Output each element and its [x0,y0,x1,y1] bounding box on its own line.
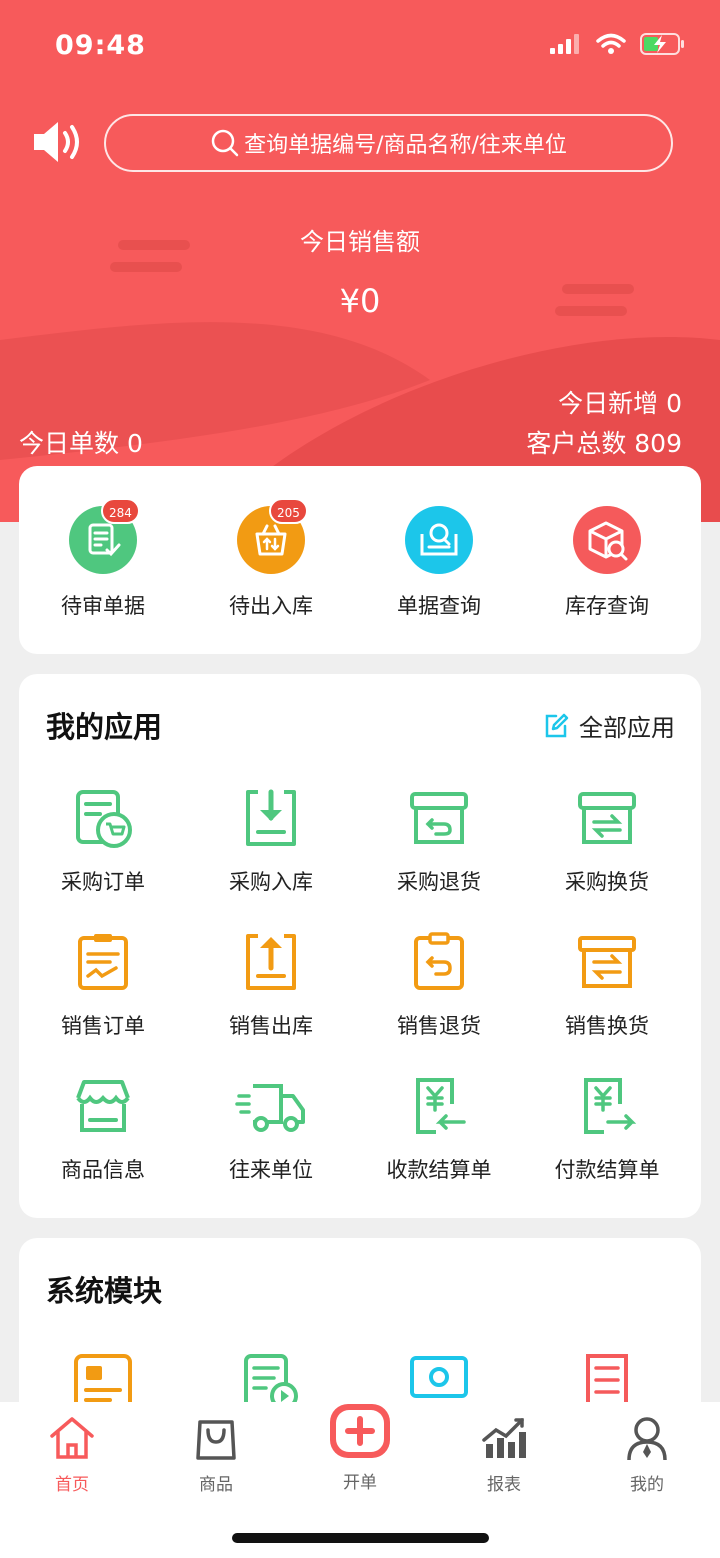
tab-products[interactable]: 商品 [166,1414,266,1495]
sales-amount: ¥0 [339,282,381,320]
inventory-search-icon [573,506,641,574]
app-label: 采购订单 [61,870,145,894]
quick-label: 单据查询 [397,594,481,618]
tab-create-order[interactable]: 开单 [310,1402,410,1493]
status-icons [550,32,686,56]
app-purchase-exchange[interactable]: 采购换货 [523,786,691,896]
pending-review-icon: 284 [69,498,140,574]
quick-document-search[interactable]: 单据查询 [355,506,523,620]
home-icon [50,1417,94,1459]
quick-label: 库存查询 [565,594,649,618]
tab-label: 首页 [55,1475,89,1495]
signal-icon [550,34,579,54]
app-sales-exchange[interactable]: 销售换货 [523,930,691,1040]
app-label: 采购退货 [397,870,481,894]
sales-exchange-icon [578,936,636,988]
purchase-order-icon [76,790,132,848]
add-order-icon [330,1404,390,1458]
sales-title: 今日销售额 [300,228,420,256]
tab-label: 开单 [343,1473,377,1493]
pending-review-badge: 284 [101,498,140,524]
app-sales-return[interactable]: 销售退货 [355,930,523,1040]
new-today: 今日新增 0 [558,389,682,418]
orders-today: 今日单数 0 [19,429,143,458]
purchase-inbound-icon [246,789,296,846]
system-modules-title: 系统模块 [46,1274,163,1308]
search-icon [211,129,239,157]
tab-me[interactable]: 我的 [597,1414,697,1495]
product-info-icon [76,1080,130,1132]
app-purchase-return[interactable]: 采购退货 [355,786,523,896]
my-apps-title: 我的应用 [46,710,163,744]
app-label: 采购换货 [565,870,649,894]
tab-label: 报表 [487,1475,521,1495]
status-time: 09:48 [55,30,146,61]
app-label: 商品信息 [61,1158,145,1182]
bag-icon [196,1420,236,1460]
purchase-exchange-icon [578,792,636,844]
app-label: 付款结算单 [554,1158,660,1182]
app-receipt-settlement[interactable]: 收款结算单 [355,1074,523,1184]
home-indicator [232,1533,489,1543]
purchase-return-icon [410,792,468,844]
tab-label: 商品 [199,1475,233,1495]
app-partner[interactable]: 往来单位 [187,1074,355,1184]
battery-icon [640,33,684,55]
wifi-icon [596,33,626,54]
chart-icon [482,1418,526,1458]
stock-pending-badge: 205 [269,498,308,524]
search-placeholder: 查询单据编号/商品名称/往来单位 [244,133,567,158]
app-label: 往来单位 [229,1158,313,1182]
app-payment-settlement[interactable]: 付款结算单 [523,1074,691,1184]
all-apps-label: 全部应用 [579,714,675,742]
speaker-icon[interactable] [32,118,84,166]
search-bar[interactable]: 查询单据编号/商品名称/往来单位 [104,114,673,172]
tab-reports[interactable]: 报表 [454,1414,554,1495]
tab-label: 我的 [630,1475,664,1495]
quick-label: 待出入库 [229,594,313,618]
app-label: 销售出库 [229,1014,313,1038]
sales-return-icon [414,932,464,990]
payment-settlement-icon [584,1078,637,1134]
app-label: 采购入库 [229,870,313,894]
quick-actions-card: 284 待审单据 205 待出入库 单据查询 库存查询 [19,466,701,654]
quick-stock-pending[interactable]: 205 待出入库 [187,498,355,620]
sales-order-icon [78,934,128,990]
app-sales-order[interactable]: 销售订单 [19,930,187,1040]
receipt-settlement-icon [416,1078,466,1134]
app-label: 销售换货 [565,1014,649,1038]
edit-icon [545,713,569,737]
my-apps-card: 我的应用 全部应用 采购订单 采购入库 采购退货 采购换货 销售订单 销售出库 … [19,674,701,1218]
quick-inventory-search[interactable]: 库存查询 [523,506,691,620]
header: 09:48 查询单据编号/商品名称/往来单位 今日销售额 ¥0 今日单数 0 今… [0,0,720,522]
app-product-info[interactable]: 商品信息 [19,1074,187,1184]
document-search-icon [405,506,473,574]
tab-home[interactable]: 首页 [22,1414,122,1495]
app-sales-outbound[interactable]: 销售出库 [187,930,355,1040]
status-bar: 09:48 [0,0,720,90]
quick-pending-review[interactable]: 284 待审单据 [19,498,187,620]
app-label: 销售订单 [61,1014,145,1038]
app-purchase-inbound[interactable]: 采购入库 [187,786,355,896]
user-icon [627,1417,667,1461]
sales-outbound-icon [246,934,296,990]
customers-total: 客户总数 809 [526,429,682,458]
all-apps-link[interactable]: 全部应用 [543,708,675,743]
partner-icon [235,1084,305,1132]
app-purchase-order[interactable]: 采购订单 [19,786,187,896]
quick-label: 待审单据 [61,594,145,618]
stock-pending-icon: 205 [237,498,308,574]
app-label: 收款结算单 [386,1158,492,1182]
app-label: 销售退货 [397,1014,481,1038]
